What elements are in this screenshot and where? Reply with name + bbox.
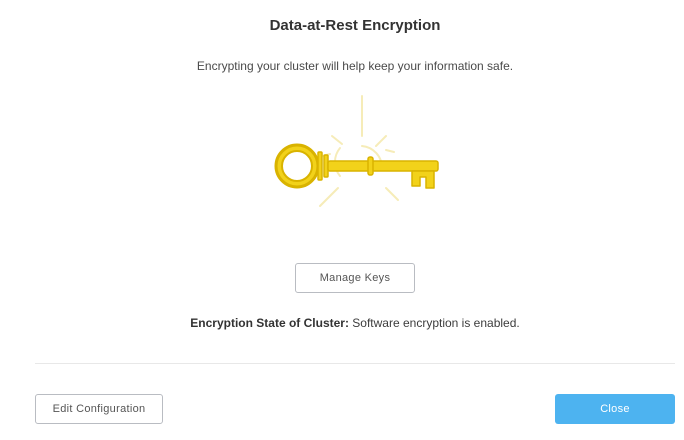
encryption-state-label: Encryption State of Cluster: — [190, 316, 349, 330]
encryption-state: Encryption State of Cluster: Software en… — [0, 316, 684, 330]
encryption-dialog: Data-at-Rest Encryption Encrypting your … — [0, 0, 684, 440]
close-button[interactable]: Close — [555, 394, 675, 424]
dialog-title: Data-at-Rest Encryption — [269, 17, 441, 34]
dialog-subtitle: Encrypting your cluster will help keep y… — [196, 59, 514, 73]
encryption-state-value: Software encryption is enabled. — [348, 316, 520, 330]
key-icon — [274, 95, 439, 207]
footer-divider — [35, 363, 675, 364]
manage-keys-button[interactable]: Manage Keys — [295, 263, 415, 293]
edit-configuration-button[interactable]: Edit Configuration — [35, 394, 163, 424]
